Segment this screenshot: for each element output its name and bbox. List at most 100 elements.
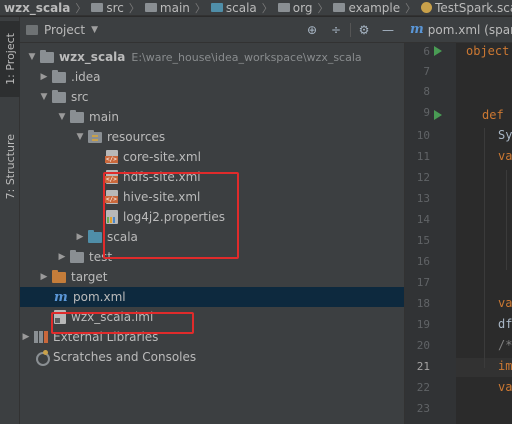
breadcrumb-src[interactable]: src	[91, 1, 124, 15]
folder-icon	[91, 3, 104, 12]
expand-arrow-icon[interactable]: ▼	[56, 112, 68, 122]
highlight-resource-files	[103, 172, 239, 259]
collapse-all-icon[interactable]: ÷	[328, 22, 344, 38]
line-number: 7	[423, 65, 430, 78]
maven-icon: m	[410, 22, 424, 37]
code-line: def	[482, 108, 504, 122]
code-line: va	[498, 380, 512, 394]
breadcrumb-separator: 〉	[317, 1, 329, 15]
breadcrumb-separator: 〉	[261, 1, 273, 15]
code-line: va	[498, 149, 512, 163]
project-view-selector[interactable]: Project ▼	[26, 23, 98, 37]
line-number: 13	[416, 192, 430, 205]
code-line: object	[466, 44, 510, 58]
line-number: 8	[423, 85, 430, 98]
code-line: Sy	[498, 128, 512, 142]
line-number: 16	[416, 255, 430, 268]
folder-icon	[70, 249, 84, 263]
tab-pom[interactable]: pom.xml (spar	[428, 23, 512, 37]
folder-icon	[52, 69, 66, 83]
tree-item-main[interactable]: ▼ main	[20, 107, 404, 127]
project-icon	[26, 24, 38, 35]
tree-item-root[interactable]: ▼ wzx_scala E:\ware_house\idea_workspace…	[20, 47, 404, 67]
project-panel: Project ▼ ⊕ ÷ ⚙ — ▼ wzx_scala E:\ware_ho…	[20, 17, 404, 424]
code-line: im	[498, 359, 512, 373]
collapse-arrow-icon[interactable]: ▶	[20, 332, 32, 342]
folder-icon	[210, 3, 223, 12]
tree-item-resources[interactable]: ▼ resources	[20, 127, 404, 147]
line-number: 23	[416, 402, 430, 415]
tree-item-label: target	[71, 270, 108, 284]
breadcrumb-main[interactable]: main	[144, 1, 190, 15]
breadcrumb-separator: 〉	[128, 1, 140, 15]
collapse-arrow-icon[interactable]: ▶	[74, 232, 86, 242]
hide-panel-icon[interactable]: —	[380, 22, 396, 38]
tree-item-scratches[interactable]: Scratches and Consoles	[20, 347, 404, 367]
indent-guide	[484, 128, 485, 368]
run-icon[interactable]	[434, 110, 442, 120]
line-number: 12	[416, 171, 430, 184]
line-number: 15	[416, 234, 430, 247]
gear-icon[interactable]: ⚙	[356, 22, 372, 38]
tree-item-label: main	[89, 110, 119, 124]
chevron-down-icon: ▼	[91, 24, 98, 35]
tree-item-label: .idea	[71, 70, 101, 84]
tree-item-target[interactable]: ▶ target	[20, 267, 404, 287]
collapse-arrow-icon[interactable]: ▶	[56, 252, 68, 262]
line-number: 14	[416, 213, 430, 226]
breadcrumb-project[interactable]: wzx_scala	[4, 1, 70, 15]
tab-structure[interactable]: 7: Structure	[0, 125, 20, 209]
source-folder-icon	[88, 229, 102, 243]
breadcrumb-file[interactable]: TestSpark.scala	[421, 1, 512, 15]
tree-item-label: src	[71, 90, 89, 104]
tree-item-label: core-site.xml	[123, 150, 201, 164]
tree-item-core-site[interactable]: core-site.xml	[20, 147, 404, 167]
tree-item-idea[interactable]: ▶ .idea	[20, 67, 404, 87]
tree-item-label: resources	[107, 130, 166, 144]
resources-folder-icon	[88, 129, 102, 143]
code-line: df	[498, 317, 512, 331]
line-number: 17	[416, 276, 430, 289]
tree-item-pom[interactable]: m pom.xml	[20, 287, 404, 307]
highlight-pom-file	[51, 312, 194, 334]
xml-file-icon	[105, 150, 118, 164]
library-icon	[34, 331, 48, 343]
project-panel-title: Project	[44, 22, 86, 37]
breadcrumb: wzx_scala 〉 src 〉 main 〉 scala 〉 org 〉 e…	[0, 0, 512, 16]
tab-project-label: 1: Project	[3, 33, 17, 85]
collapse-arrow-icon[interactable]: ▶	[38, 72, 50, 82]
folder-icon	[70, 109, 84, 123]
breadcrumb-scala[interactable]: scala	[210, 1, 257, 15]
expand-arrow-icon[interactable]: ▼	[74, 132, 86, 142]
module-folder-icon	[40, 49, 54, 63]
line-number: 6	[423, 45, 430, 58]
breadcrumb-separator: 〉	[194, 1, 206, 15]
breadcrumb-example[interactable]: example	[333, 1, 400, 15]
package-icon	[277, 3, 290, 12]
project-path: E:\ware_house\idea_workspace\wzx_scala	[131, 50, 362, 64]
scala-object-icon	[421, 2, 433, 13]
folder-icon	[144, 3, 157, 12]
tree-item-label: Scratches and Consoles	[53, 350, 197, 364]
tab-project[interactable]: 1: Project	[0, 21, 20, 97]
run-icon[interactable]	[434, 46, 442, 56]
tab-structure-label: 7: Structure	[3, 134, 17, 200]
tool-window-strip: 1: Project 7: Structure	[0, 17, 20, 424]
code-line: va	[498, 296, 512, 310]
line-number: 9	[423, 106, 430, 119]
expand-arrow-icon[interactable]: ▼	[26, 52, 38, 62]
indent-guide	[506, 170, 507, 270]
package-icon	[333, 3, 346, 12]
breadcrumb-separator: 〉	[405, 1, 417, 15]
expand-arrow-icon[interactable]: ▼	[38, 92, 50, 102]
collapse-arrow-icon[interactable]: ▶	[38, 272, 50, 282]
breadcrumb-org[interactable]: org	[277, 1, 312, 15]
line-number: 20	[416, 339, 430, 352]
excluded-folder-icon	[52, 269, 66, 283]
scratches-icon	[34, 350, 50, 366]
line-number: 22	[416, 381, 430, 394]
folder-icon	[52, 89, 66, 103]
tree-item-src[interactable]: ▼ src	[20, 87, 404, 107]
line-number: 21	[416, 360, 430, 373]
locate-file-icon[interactable]: ⊕	[304, 22, 320, 38]
